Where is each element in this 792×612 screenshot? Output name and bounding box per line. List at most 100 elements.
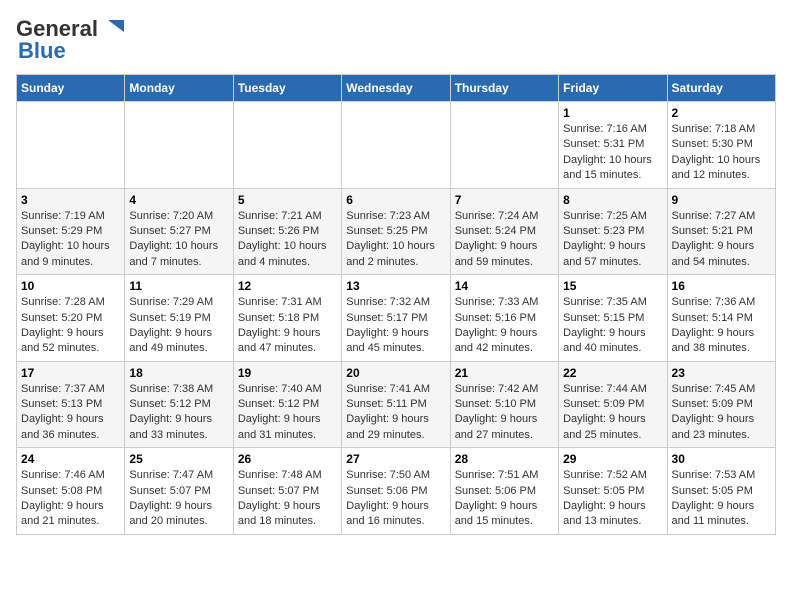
weekday-header-cell: Thursday [450, 75, 558, 102]
calendar-cell: 20 Sunrise: 7:41 AMSunset: 5:11 PMDayligh… [342, 361, 450, 448]
day-number: 20 [346, 366, 445, 380]
day-info: Sunrise: 7:28 AMSunset: 5:20 PMDaylight:… [21, 295, 120, 357]
calendar-cell: 18 Sunrise: 7:38 AMSunset: 5:12 PMDayligh… [125, 361, 233, 448]
day-number: 16 [672, 279, 771, 293]
weekday-header-cell: Friday [559, 75, 667, 102]
calendar-cell: 3Sunrise: 7:19 AMSunset: 5:29 PMDaylight… [17, 188, 125, 275]
day-number: 26 [238, 452, 337, 466]
day-info: Sunrise: 7:29 AMSunset: 5:19 PMDaylight:… [129, 295, 228, 357]
day-number: 11 [129, 279, 228, 293]
day-number: 21 [455, 366, 554, 380]
calendar-cell: 26 Sunrise: 7:48 AMSunset: 5:07 PMDayligh… [233, 448, 341, 535]
calendar-cell: 13Sunrise: 7:32 AMSunset: 5:17 PMDayligh… [342, 275, 450, 362]
day-info: Sunrise: 7:53 AMSunset: 5:05 PMDaylight:… [672, 468, 771, 530]
weekday-header-cell: Sunday [17, 75, 125, 102]
day-info: Sunrise: 7:31 AMSunset: 5:18 PMDaylight:… [238, 295, 337, 357]
day-number: 22 [563, 366, 662, 380]
day-info: Sunrise: 7:36 AMSunset: 5:14 PMDaylight:… [672, 295, 771, 357]
day-info: Sunrise: 7:38 AMSunset: 5:12 PMDaylight:… [129, 382, 228, 444]
calendar-cell: 9 Sunrise: 7:27 AMSunset: 5:21 PMDaylight… [667, 188, 775, 275]
day-number: 15 [563, 279, 662, 293]
calendar-cell: 24 Sunrise: 7:46 AMSunset: 5:08 PMDayligh… [17, 448, 125, 535]
calendar-cell: 29 Sunrise: 7:52 AMSunset: 5:05 PMDayligh… [559, 448, 667, 535]
calendar-cell: 19Sunrise: 7:40 AMSunset: 5:12 PMDayligh… [233, 361, 341, 448]
day-number: 30 [672, 452, 771, 466]
logo: General Blue [16, 16, 126, 64]
day-info: Sunrise: 7:35 AMSunset: 5:15 PMDaylight:… [563, 295, 662, 357]
day-number: 10 [21, 279, 120, 293]
calendar-cell [233, 102, 341, 189]
day-number: 14 [455, 279, 554, 293]
logo-arrow-icon [98, 18, 126, 40]
calendar-week-row: 1 Sunrise: 7:16 AMSunset: 5:31 PMDaylight… [17, 102, 776, 189]
weekday-header-row: SundayMondayTuesdayWednesdayThursdayFrid… [17, 75, 776, 102]
day-info: Sunrise: 7:24 AMSunset: 5:24 PMDaylight:… [455, 209, 554, 271]
day-info: Sunrise: 7:42 AMSunset: 5:10 PMDaylight:… [455, 382, 554, 444]
day-info: Sunrise: 7:48 AMSunset: 5:07 PMDaylight:… [238, 468, 337, 530]
day-info: Sunrise: 7:32 AMSunset: 5:17 PMDaylight:… [346, 295, 445, 357]
calendar-cell: 23 Sunrise: 7:45 AMSunset: 5:09 PMDayligh… [667, 361, 775, 448]
calendar-cell: 25Sunrise: 7:47 AMSunset: 5:07 PMDayligh… [125, 448, 233, 535]
calendar-week-row: 17 Sunrise: 7:37 AMSunset: 5:13 PMDayligh… [17, 361, 776, 448]
day-info: Sunrise: 7:41 AMSunset: 5:11 PMDaylight:… [346, 382, 445, 444]
day-info: Sunrise: 7:33 AMSunset: 5:16 PMDaylight:… [455, 295, 554, 357]
calendar-cell: 7 Sunrise: 7:24 AMSunset: 5:24 PMDaylight… [450, 188, 558, 275]
calendar-week-row: 24 Sunrise: 7:46 AMSunset: 5:08 PMDayligh… [17, 448, 776, 535]
day-info: Sunrise: 7:45 AMSunset: 5:09 PMDaylight:… [672, 382, 771, 444]
logo-blue: Blue [18, 38, 66, 63]
day-info: Sunrise: 7:25 AMSunset: 5:23 PMDaylight:… [563, 209, 662, 271]
calendar-cell: 27 Sunrise: 7:50 AMSunset: 5:06 PMDayligh… [342, 448, 450, 535]
day-number: 2 [672, 106, 771, 120]
weekday-header-cell: Saturday [667, 75, 775, 102]
day-number: 4 [129, 193, 228, 207]
calendar-cell [125, 102, 233, 189]
day-number: 27 [346, 452, 445, 466]
calendar-cell: 4Sunrise: 7:20 AMSunset: 5:27 PMDaylight… [125, 188, 233, 275]
calendar-week-row: 3Sunrise: 7:19 AMSunset: 5:29 PMDaylight… [17, 188, 776, 275]
day-info: Sunrise: 7:47 AMSunset: 5:07 PMDaylight:… [129, 468, 228, 530]
calendar-body: 1 Sunrise: 7:16 AMSunset: 5:31 PMDaylight… [17, 102, 776, 535]
day-number: 29 [563, 452, 662, 466]
calendar-cell: 14 Sunrise: 7:33 AMSunset: 5:16 PMDayligh… [450, 275, 558, 362]
day-number: 23 [672, 366, 771, 380]
day-number: 28 [455, 452, 554, 466]
calendar-cell [450, 102, 558, 189]
day-info: Sunrise: 7:27 AMSunset: 5:21 PMDaylight:… [672, 209, 771, 271]
calendar-cell: 28 Sunrise: 7:51 AMSunset: 5:06 PMDayligh… [450, 448, 558, 535]
day-info: Sunrise: 7:46 AMSunset: 5:08 PMDaylight:… [21, 468, 120, 530]
calendar-cell: 30 Sunrise: 7:53 AMSunset: 5:05 PMDayligh… [667, 448, 775, 535]
calendar-cell: 15 Sunrise: 7:35 AMSunset: 5:15 PMDayligh… [559, 275, 667, 362]
day-number: 18 [129, 366, 228, 380]
day-info: Sunrise: 7:51 AMSunset: 5:06 PMDaylight:… [455, 468, 554, 530]
day-info: Sunrise: 7:23 AMSunset: 5:25 PMDaylight:… [346, 209, 445, 271]
day-info: Sunrise: 7:52 AMSunset: 5:05 PMDaylight:… [563, 468, 662, 530]
calendar-cell: 8 Sunrise: 7:25 AMSunset: 5:23 PMDaylight… [559, 188, 667, 275]
calendar-cell: 10 Sunrise: 7:28 AMSunset: 5:20 PMDayligh… [17, 275, 125, 362]
day-number: 24 [21, 452, 120, 466]
day-number: 8 [563, 193, 662, 207]
header: General Blue [16, 16, 776, 64]
day-info: Sunrise: 7:50 AMSunset: 5:06 PMDaylight:… [346, 468, 445, 530]
day-number: 7 [455, 193, 554, 207]
day-number: 9 [672, 193, 771, 207]
calendar-cell: 22 Sunrise: 7:44 AMSunset: 5:09 PMDayligh… [559, 361, 667, 448]
calendar-cell: 5Sunrise: 7:21 AMSunset: 5:26 PMDaylight… [233, 188, 341, 275]
day-info: Sunrise: 7:40 AMSunset: 5:12 PMDaylight:… [238, 382, 337, 444]
day-info: Sunrise: 7:16 AMSunset: 5:31 PMDaylight:… [563, 122, 662, 184]
weekday-header-cell: Monday [125, 75, 233, 102]
calendar: SundayMondayTuesdayWednesdayThursdayFrid… [16, 74, 776, 535]
calendar-cell [342, 102, 450, 189]
calendar-cell: 16 Sunrise: 7:36 AMSunset: 5:14 PMDayligh… [667, 275, 775, 362]
calendar-cell: 11 Sunrise: 7:29 AMSunset: 5:19 PMDayligh… [125, 275, 233, 362]
weekday-header-cell: Wednesday [342, 75, 450, 102]
day-info: Sunrise: 7:18 AMSunset: 5:30 PMDaylight:… [672, 122, 771, 184]
day-number: 1 [563, 106, 662, 120]
calendar-cell: 21 Sunrise: 7:42 AMSunset: 5:10 PMDayligh… [450, 361, 558, 448]
calendar-cell: 1 Sunrise: 7:16 AMSunset: 5:31 PMDaylight… [559, 102, 667, 189]
day-info: Sunrise: 7:44 AMSunset: 5:09 PMDaylight:… [563, 382, 662, 444]
day-number: 6 [346, 193, 445, 207]
day-info: Sunrise: 7:37 AMSunset: 5:13 PMDaylight:… [21, 382, 120, 444]
day-number: 17 [21, 366, 120, 380]
calendar-cell: 6 Sunrise: 7:23 AMSunset: 5:25 PMDaylight… [342, 188, 450, 275]
day-number: 12 [238, 279, 337, 293]
